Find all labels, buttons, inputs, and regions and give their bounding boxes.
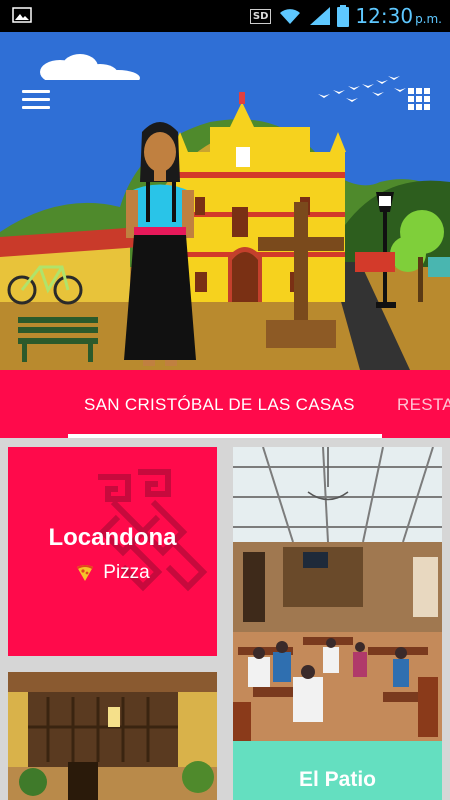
- card-category-label: Pizza: [103, 562, 150, 583]
- restaurant-card-locandona[interactable]: Locandona Pizza: [8, 447, 217, 656]
- tab-restaurants[interactable]: RESTA: [397, 370, 450, 438]
- tab-indicator: [68, 434, 382, 438]
- grid-icon[interactable]: [408, 88, 430, 110]
- wifi-icon: [280, 9, 301, 24]
- battery-icon: [337, 5, 350, 27]
- gallery-icon: [12, 7, 32, 23]
- tab-bar: SAN CRISTÓBAL DE LAS CASAS RESTA: [0, 370, 450, 438]
- hero-scene: [0, 32, 450, 370]
- hero-illustration: [0, 32, 450, 370]
- courtyard-photo: [8, 672, 217, 800]
- card-category: Pizza: [8, 562, 217, 584]
- status-clock: 12:30 p.m.: [355, 4, 442, 28]
- restaurant-card-el-patio[interactable]: El Patio: [233, 447, 442, 800]
- menu-icon[interactable]: [22, 90, 50, 110]
- card-title: Locandona: [48, 524, 177, 551]
- sd-card-icon: SD: [249, 8, 272, 24]
- signal-icon: [310, 7, 331, 25]
- tab-san-cristobal[interactable]: SAN CRISTÓBAL DE LAS CASAS: [84, 370, 355, 438]
- pizza-icon: [77, 565, 94, 581]
- card-title: El Patio: [298, 768, 377, 791]
- status-bar: SD 12:30 p.m.: [0, 0, 450, 32]
- restaurant-photo: [233, 447, 442, 741]
- restaurant-card-third[interactable]: [8, 672, 217, 800]
